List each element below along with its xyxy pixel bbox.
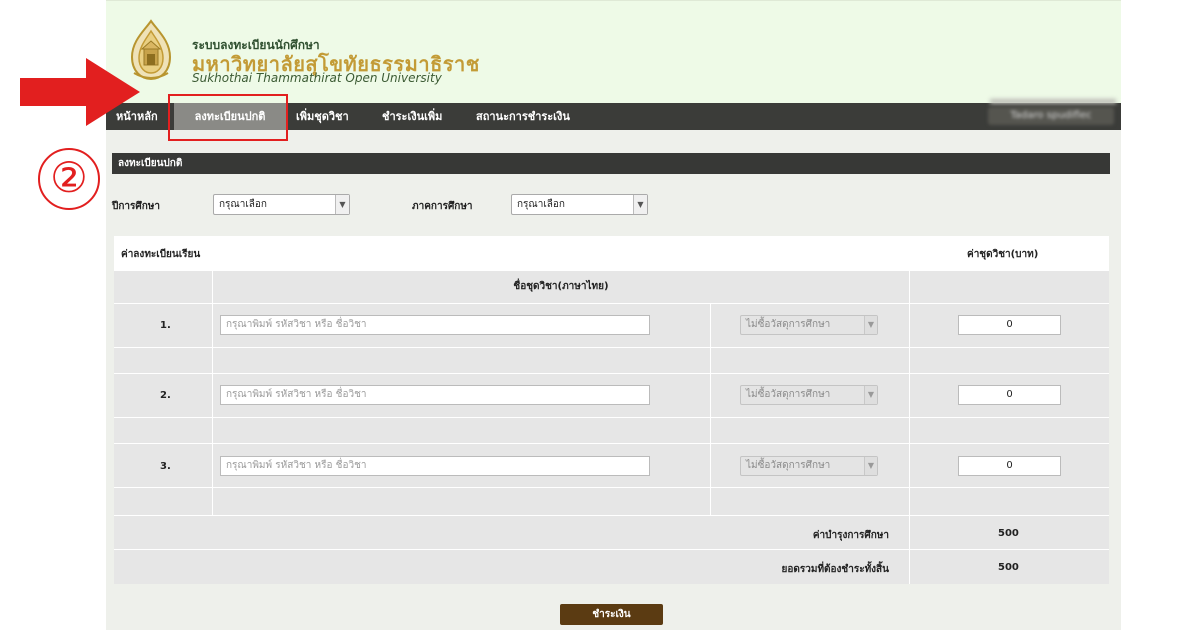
course-fee-field[interactable]: 0 (958, 456, 1061, 476)
highlight-box-annotation (168, 94, 288, 141)
table-cell (711, 348, 909, 373)
table-cell (213, 488, 710, 515)
chevron-down-icon: ▼ (633, 195, 647, 214)
academic-year-label: ปีการศึกษา (112, 201, 160, 212)
course-search-input[interactable]: กรุณาพิมพ์ รหัสวิชา หรือ ชื่อวิชา (220, 315, 650, 335)
table-cell (711, 488, 909, 515)
table-cell (114, 488, 212, 515)
semester-select[interactable]: กรุณาเลือก ▼ (511, 194, 648, 215)
course-fee-field[interactable]: 0 (958, 315, 1061, 335)
chevron-down-icon: ▼ (335, 195, 349, 214)
pay-button[interactable]: ชำระเงิน (560, 604, 663, 625)
chevron-down-icon: ▼ (864, 316, 877, 334)
study-material-select[interactable]: ไม่ซื้อวัสดุการศึกษา ▼ (740, 315, 878, 335)
table-cell (213, 418, 710, 443)
nav-add-course[interactable]: เพิ่มชุดวิชา (296, 103, 349, 130)
total-amount-value: 500 (998, 562, 1019, 573)
row-number: 2. (160, 390, 171, 401)
section-title: ลงทะเบียนปกติ (118, 158, 183, 169)
nav-user-shadow (990, 99, 1116, 104)
nav-extra-payment[interactable]: ชำระเงินเพิ่ม (382, 103, 442, 130)
table-cell (910, 271, 1109, 303)
course-search-input[interactable]: กรุณาพิมพ์ รหัสวิชา หรือ ชื่อวิชา (220, 385, 650, 405)
academic-year-value: กรุณาเลือก (219, 199, 267, 210)
header: ระบบลงทะเบียนนักศึกษา มหาวิทยาลัยสุโขทัย… (106, 0, 1121, 103)
study-material-select[interactable]: ไม่ซื้อวัสดุการศึกษา ▼ (740, 385, 878, 405)
chevron-down-icon: ▼ (864, 457, 877, 475)
maintenance-fee-value: 500 (998, 528, 1019, 539)
table-cell (114, 348, 212, 373)
row-number: 1. (160, 320, 171, 331)
table-cell (910, 418, 1109, 443)
maintenance-fee-label: ค่าบำรุงการศึกษา (812, 530, 889, 541)
nav-user-name[interactable]: Tadaro spudiflec (988, 107, 1114, 125)
semester-label: ภาคการศึกษา (412, 201, 473, 212)
course-fee-field[interactable]: 0 (958, 385, 1061, 405)
table-cell (910, 348, 1109, 373)
study-material-value: ไม่ซื้อวัสดุการศึกษา (746, 319, 831, 330)
red-arrow-annotation-icon (20, 58, 140, 126)
chevron-down-icon: ▼ (864, 386, 877, 404)
table-cell (114, 418, 212, 443)
study-material-select[interactable]: ไม่ซื้อวัสดุการศึกษา ▼ (740, 456, 878, 476)
table-heading-registration-fee: ค่าลงทะเบียนเรียน (121, 249, 201, 260)
study-material-value: ไม่ซื้อวัสดุการศึกษา (746, 460, 831, 471)
table-heading-course-fee: ค่าชุดวิชา(บาท) (967, 249, 1039, 260)
table-cell (114, 271, 212, 303)
table-cell (910, 488, 1109, 515)
row-number: 3. (160, 461, 171, 472)
nav-payment-status[interactable]: สถานะการชำระเงิน (476, 103, 570, 130)
semester-value: กรุณาเลือก (517, 199, 565, 210)
total-amount-label: ยอดรวมที่ต้องชำระทั้งสิ้น (781, 564, 889, 575)
study-material-value: ไม่ซื้อวัสดุการศึกษา (746, 389, 831, 400)
academic-year-select[interactable]: กรุณาเลือก ▼ (213, 194, 350, 215)
table-cell (711, 418, 909, 443)
table-cell (213, 348, 710, 373)
section-header: ลงทะเบียนปกติ (112, 153, 1110, 174)
course-search-input[interactable]: กรุณาพิมพ์ รหัสวิชา หรือ ชื่อวิชา (220, 456, 650, 476)
university-name-english: Sukhothai Thammathirat Open University (192, 71, 442, 85)
step-number-annotation: ② (38, 148, 100, 210)
column-header-course-name: ชื่อชุดวิชา(ภาษาไทย) (513, 281, 609, 292)
registration-table: ค่าลงทะเบียนเรียน ค่าชุดวิชา(บาท) ชื่อชุ… (114, 236, 1109, 584)
page: ระบบลงทะเบียนนักศึกษา มหาวิทยาลัยสุโขทัย… (0, 0, 1200, 630)
